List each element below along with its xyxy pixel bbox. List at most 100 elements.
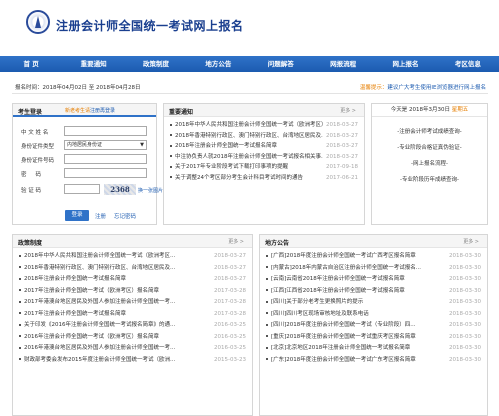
- list-item-title[interactable]: 2016年港澳台地区居民及外国人参加注册会计师全国统一考...: [24, 345, 175, 351]
- list-item[interactable]: [广东]2018年度注册会计师全国统一考试广东考区报名简章 2018-03-30: [266, 354, 481, 366]
- list-item-title[interactable]: 2017年注册会计师全国统一考试报名简章: [24, 311, 126, 317]
- list-item-title[interactable]: 关于调整24个考区部分考生会计科目考试时间的通告: [175, 175, 303, 181]
- today-date: 今天是 2018年3月30日 星期五: [372, 104, 487, 117]
- bullet-icon: [170, 176, 172, 178]
- list-item[interactable]: 2017年注册会计师全国统一考试报名简章 2017-03-28: [19, 308, 246, 320]
- nav-item-faq[interactable]: 问题解答: [250, 56, 312, 72]
- list-item-title[interactable]: 2018年香港特别行政区、澳门特别行政区、台湾地区居民及...: [24, 265, 175, 271]
- list-item[interactable]: [四川]关于部分老考生更换照片的提示 2018-03-30: [266, 297, 481, 309]
- bullet-icon: [170, 155, 172, 157]
- list-item[interactable]: [云南]云南省2018年注册会计师全国统一考试报名简章 2018-03-30: [266, 274, 481, 286]
- list-item-title[interactable]: 2017年港澳台地区居民及外国人参加注册会计师全国统一考...: [24, 299, 175, 305]
- list-item[interactable]: 关于2017年专业阶段考试下载打印事项的提醒 2017-09-18: [170, 162, 358, 173]
- nav-item-home[interactable]: 首 页: [0, 56, 62, 72]
- captcha-input[interactable]: [64, 184, 100, 194]
- notices-more-link[interactable]: 更多 >: [340, 107, 356, 114]
- list-item-title[interactable]: 2017年注册会计师全国统一考试（欧洲考区）报名简章: [24, 288, 159, 294]
- nav-item-notices[interactable]: 重要通知: [62, 56, 124, 72]
- list-item-title[interactable]: [四川]四川考区现场审核地址及联系电话: [271, 311, 369, 317]
- nav-item-exam-area-info[interactable]: 考区信息: [437, 56, 499, 72]
- list-item-title[interactable]: [北京]北京地区2018年注册会计师全国统一考试报名简章: [271, 345, 410, 351]
- login-button[interactable]: 登录: [65, 210, 89, 221]
- list-item[interactable]: [北京]北京地区2018年注册会计师全国统一考试报名简章 2018-03-30: [266, 343, 481, 355]
- list-item-title[interactable]: [广西]2018年度注册会计师全国统一考试广西考区报名简章: [271, 253, 416, 259]
- quick-link-registration-process[interactable]: -网上报名流程-: [372, 156, 487, 172]
- password-input[interactable]: [64, 168, 147, 178]
- list-item[interactable]: [四川]四川考区现场审核地址及联系电话 2018-03-30: [266, 308, 481, 320]
- list-item[interactable]: 2016年港澳台地区居民及外国人参加注册会计师全国统一考... 2016-03-2…: [19, 343, 246, 355]
- nav-item-registration-process[interactable]: 网报流程: [312, 56, 374, 72]
- quick-link-certificate-verify[interactable]: -专业阶段合格证真伪验证-: [372, 140, 487, 156]
- id-number-input[interactable]: [64, 154, 147, 164]
- policy-panel: 政策制度 更多 > 2018年中华人民共和国注册会计师全国统一考试（欧洲考区..…: [12, 234, 253, 416]
- list-item[interactable]: 2018年注册会计师全国统一考试报名简章 2018-03-27: [19, 274, 246, 286]
- nav-item-policy[interactable]: 政策制度: [125, 56, 187, 72]
- bullet-icon: [266, 323, 268, 326]
- list-item-title[interactable]: 中注协负责人就2018年注册会计师全国统一考试报名相关事...: [175, 154, 326, 160]
- list-item[interactable]: 中注协负责人就2018年注册会计师全国统一考试报名相关事... 2018-03-2…: [170, 151, 358, 162]
- quick-link-history-scores[interactable]: -专业阶段历年成绩查询-: [372, 172, 487, 188]
- list-item-title[interactable]: [云南]云南省2018年注册会计师全国统一考试报名简章: [271, 276, 405, 282]
- name-input[interactable]: [64, 126, 147, 136]
- browser-tip-text[interactable]: 建议广大考生使用IE浏览器进行网上报名: [387, 85, 486, 91]
- list-item[interactable]: [广西]2018年度注册会计师全国统一考试广西考区报名简章 2018-03-30: [266, 251, 481, 263]
- register-hint-label: 新老考生请: [65, 108, 91, 114]
- notices-panel-header: 重要通知 更多 >: [164, 104, 364, 117]
- list-item[interactable]: [江西]江西省2018年注册会计师全国统一考试报名简章 2018-03-30: [266, 285, 481, 297]
- list-item-title[interactable]: [江西]江西省2018年注册会计师全国统一考试报名简章: [271, 288, 405, 294]
- list-item[interactable]: 2018年中华人民共和国注册会计师全国统一考试（欧洲考区... 2018-03-2…: [19, 251, 246, 263]
- bullet-icon: [19, 358, 21, 360]
- notices-list: 2018年中华人民共和国注册会计师全国统一考试（欧洲考区）... 2018-03-…: [164, 117, 364, 183]
- nav-item-online-registration[interactable]: 网上报名: [374, 56, 436, 72]
- login-panel: 考生登录 新老考生请注册再登录 中 文 姓 名 身份证件类型 内地居民身份证 ▼ …: [12, 103, 163, 225]
- list-item[interactable]: 财政部考委会发布2015年度注册会计师全国统一考试（欧洲... 2015-03-2…: [19, 354, 246, 366]
- list-item-title[interactable]: [广东]2018年度注册会计师全国统一考试广东考区报名简章: [271, 357, 416, 363]
- list-item-title[interactable]: [重庆]2018年度注册会计师全国统一考试重庆考区报名简章: [271, 334, 416, 340]
- list-item-date: 2018-03-30: [446, 308, 481, 320]
- register-hint-link[interactable]: 注册再登录: [90, 108, 115, 114]
- nav-item-local-announcements[interactable]: 地方公告: [187, 56, 249, 72]
- list-item-title[interactable]: [四川]关于部分老考生更换照片的提示: [271, 299, 363, 305]
- list-item[interactable]: 2017年注册会计师全国统一考试（欧洲考区）报名简章 2017-03-28: [19, 285, 246, 297]
- list-item[interactable]: 2018年香港特别行政区、澳门特别行政区、台湾地区居民及... 2018-03-2…: [170, 130, 358, 141]
- list-item-title[interactable]: 2016年注册会计师全国统一考试（欧洲考区）报名简章: [24, 334, 159, 340]
- list-item[interactable]: 2018年注册会计师全国统一考试报名简章 2018-03-27: [170, 141, 358, 152]
- captcha-refresh-link[interactable]: 换一张图片: [138, 187, 163, 194]
- cicpa-logo: [26, 10, 50, 34]
- bullet-icon: [19, 323, 21, 326]
- quick-link-score-query[interactable]: -注册会计师考试成绩查询-: [372, 124, 487, 140]
- notice-bar: 报名时间：2018年04月02日 至 2018年04月28日 温馨提示：建议广大…: [12, 80, 488, 94]
- list-item[interactable]: 关于调整24个考区部分考生会计科目考试时间的通告 2017-06-21: [170, 172, 358, 183]
- list-item-title[interactable]: 财政部考委会发布2015年度注册会计师全国统一考试（欧洲...: [24, 357, 175, 363]
- list-item[interactable]: 2018年中华人民共和国注册会计师全国统一考试（欧洲考区）... 2018-03-…: [170, 120, 358, 131]
- list-item[interactable]: 2016年注册会计师全国统一考试（欧洲考区）报名简章 2016-03-25: [19, 331, 246, 343]
- captcha-image[interactable]: 2368: [104, 184, 136, 195]
- bullet-icon: [19, 300, 21, 303]
- bullet-icon: [266, 254, 268, 257]
- list-item-date: 2015-03-23: [211, 354, 246, 366]
- list-item-title[interactable]: 2018年中华人民共和国注册会计师全国统一考试（欧洲考区...: [24, 253, 175, 259]
- list-item[interactable]: 2017年港澳台地区居民及外国人参加注册会计师全国统一考... 2017-03-2…: [19, 297, 246, 309]
- list-item[interactable]: [四川]2018年度注册会计师全国统一考试（专业阶段）四... 2018-03-3…: [266, 320, 481, 332]
- list-item-title[interactable]: 2018年注册会计师全国统一考试报名简章: [24, 276, 126, 282]
- list-item-title[interactable]: [四川]2018年度注册会计师全国统一考试（专业阶段）四...: [271, 322, 416, 328]
- forgot-password-link[interactable]: 忘记密码: [114, 212, 136, 220]
- list-item-title[interactable]: 2018年注册会计师全国统一考试报名简章: [175, 143, 277, 149]
- list-item-date: 2018-03-27: [323, 130, 358, 141]
- bullet-icon: [170, 144, 172, 147]
- list-item-title[interactable]: 2018年中华人民共和国注册会计师全国统一考试（欧洲考区）...: [175, 122, 332, 128]
- list-item[interactable]: [内蒙古]2018年内蒙古自治区注册会计师全国统一考试报名... 2018-03-…: [266, 262, 481, 274]
- list-item-title[interactable]: 2018年香港特别行政区、澳门特别行政区、台湾地区居民及...: [175, 133, 326, 139]
- announcements-more-link[interactable]: 更多 >: [463, 238, 479, 245]
- policy-more-link[interactable]: 更多 >: [228, 238, 244, 245]
- list-item-title[interactable]: 关于印发《2016年注册会计师全国统一考试报名简章》的通...: [24, 322, 175, 328]
- list-item[interactable]: 2018年香港特别行政区、澳门特别行政区、台湾地区居民及... 2018-03-2…: [19, 262, 246, 274]
- list-item-title[interactable]: 关于2017年专业阶段考试下载打印事项的提醒: [175, 164, 288, 170]
- list-item-date: 2017-06-21: [323, 172, 358, 183]
- id-type-select[interactable]: 内地居民身份证 ▼: [64, 140, 147, 150]
- bullet-icon: [170, 123, 172, 126]
- register-link[interactable]: 注册: [95, 212, 106, 220]
- list-item[interactable]: 关于印发《2016年注册会计师全国统一考试报名简章》的通... 2016-03-2…: [19, 320, 246, 332]
- list-item-title[interactable]: [内蒙古]2018年内蒙古自治区注册会计师全国统一考试报名...: [271, 265, 421, 271]
- list-item[interactable]: [重庆]2018年度注册会计师全国统一考试重庆考区报名简章 2018-03-30: [266, 331, 481, 343]
